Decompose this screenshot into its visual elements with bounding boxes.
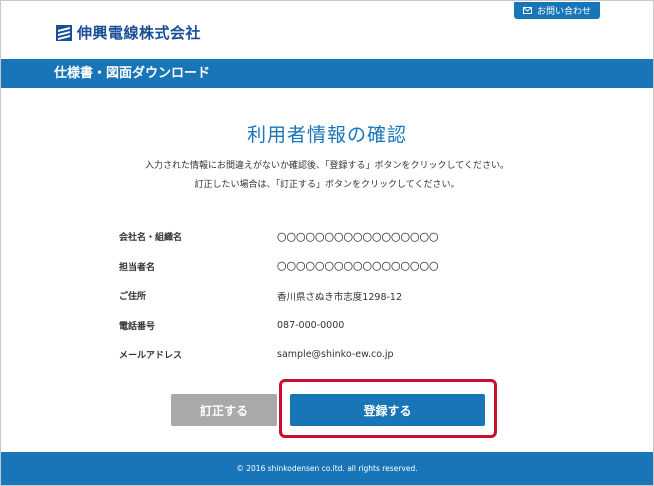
- section-titlebar: 仕様書・図面ダウンロード: [1, 59, 653, 88]
- field-value: 香川県さぬき市志度1298-12: [277, 291, 403, 303]
- instruction-line-1: 入力された情報にお間違えがないか確認後、「登録する」ボタンをクリックしてください…: [145, 161, 509, 171]
- site-header: 伸興電線株式会社 お問い合わせ: [1, 1, 653, 59]
- field-label: 担当者名: [119, 262, 156, 273]
- field-value: 〇〇〇〇〇〇〇〇〇〇〇〇〇〇〇〇〇: [277, 232, 439, 244]
- contact-button[interactable]: お問い合わせ: [514, 2, 600, 19]
- contact-label: お問い合わせ: [536, 7, 591, 17]
- company-logo[interactable]: 伸興電線株式会社: [56, 22, 201, 43]
- instruction-line-2: 訂正したい場合は、「訂正する」ボタンをクリックしてください。: [194, 180, 460, 190]
- section-title: 仕様書・図面ダウンロード: [54, 66, 211, 81]
- field-label: ご住所: [119, 292, 147, 303]
- info-row-phone: 電話番号 087-000-0000: [119, 311, 539, 341]
- info-row-contact-person: 担当者名 〇〇〇〇〇〇〇〇〇〇〇〇〇〇〇〇〇: [119, 252, 539, 282]
- info-row-company: 会社名・組織名 〇〇〇〇〇〇〇〇〇〇〇〇〇〇〇〇〇: [119, 222, 539, 252]
- info-row-address: ご住所 香川県さぬき市志度1298-12: [119, 281, 539, 311]
- field-label: 電話番号: [119, 321, 156, 332]
- field-value: sample@shinko-ew.co.jp: [277, 349, 394, 361]
- field-label: 会社名・組織名: [119, 233, 183, 244]
- field-label: メールアドレス: [119, 351, 183, 362]
- field-value: 〇〇〇〇〇〇〇〇〇〇〇〇〇〇〇〇〇: [277, 262, 439, 274]
- copyright-text: © 2016 shinkodensen co.ltd. all rights r…: [236, 464, 418, 473]
- envelope-icon: [522, 7, 532, 14]
- user-info-table: 会社名・組織名 〇〇〇〇〇〇〇〇〇〇〇〇〇〇〇〇〇 担当者名 〇〇〇〇〇〇〇〇〇…: [119, 222, 539, 370]
- info-row-email: メールアドレス sample@shinko-ew.co.jp: [119, 340, 539, 370]
- company-name: 伸興電線株式会社: [77, 24, 202, 42]
- register-button[interactable]: 登録する: [290, 394, 485, 426]
- correct-button[interactable]: 訂正する: [171, 394, 277, 426]
- field-value: 087-000-0000: [277, 319, 345, 331]
- shinko-logo-mark-icon: [56, 24, 72, 41]
- page-title: 利用者情報の確認: [246, 124, 407, 146]
- site-footer: © 2016 shinkodensen co.ltd. all rights r…: [1, 452, 653, 485]
